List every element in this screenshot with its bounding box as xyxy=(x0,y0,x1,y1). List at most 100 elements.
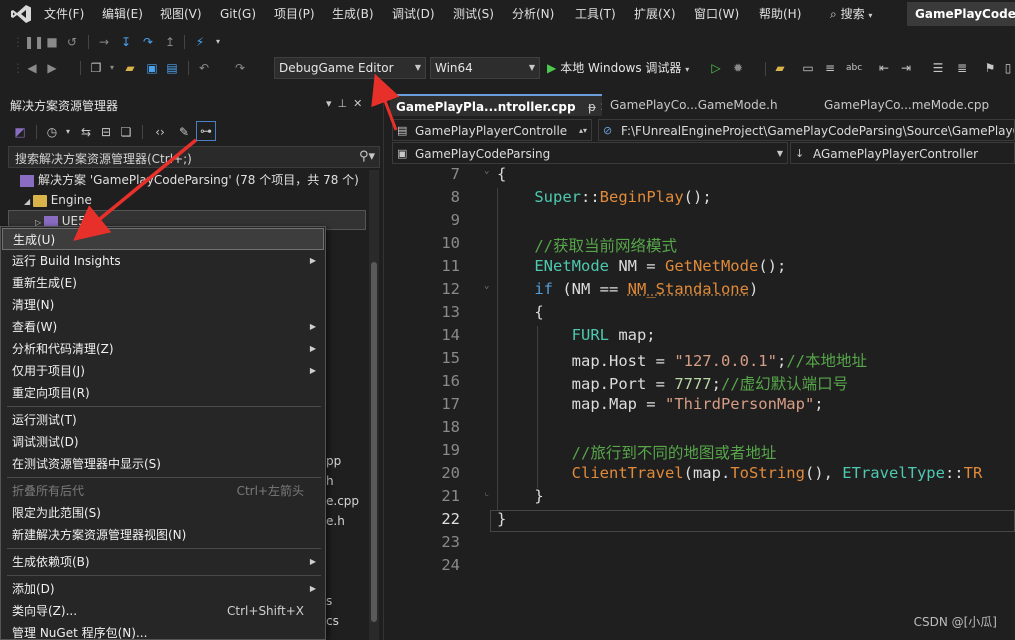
partial-file-label[interactable]: h xyxy=(326,474,334,488)
switch-views-icon[interactable]: ◩ xyxy=(12,124,28,140)
show-next-statement-icon[interactable]: → xyxy=(96,34,112,50)
fold-chevron-icon[interactable]: ⌄ xyxy=(484,166,489,176)
menu-file[interactable]: 文件(F) xyxy=(44,5,84,23)
pending-changes-icon[interactable]: ◷ xyxy=(44,124,60,140)
menu-edit[interactable]: 编辑(E) xyxy=(102,5,143,23)
code-line-21: } xyxy=(534,487,544,505)
context-menu-item[interactable]: 重定向项目(R) xyxy=(2,382,324,404)
preview-selected-icon[interactable]: ⊶ xyxy=(196,121,216,141)
context-menu-item[interactable]: 仅用于项目(J) ▶ xyxy=(2,360,324,382)
solution-configuration-select[interactable]: DebugGame Editor ▼ xyxy=(274,57,426,79)
step-over-icon[interactable]: ↷ xyxy=(140,34,156,50)
menu-project[interactable]: 项目(P) xyxy=(274,5,315,23)
context-menu-item[interactable]: 类向导(Z)... Ctrl+Shift+X xyxy=(2,600,324,622)
menu-help[interactable]: 帮助(H) xyxy=(759,5,801,23)
context-menu-item[interactable]: 调试测试(D) xyxy=(2,431,324,453)
solution-explorer-search[interactable]: 搜索解决方案资源管理器(Ctrl+;) ⚲▾ xyxy=(8,146,380,168)
partial-file-label[interactable]: e.h xyxy=(326,514,345,528)
save-icon[interactable]: ▣ xyxy=(144,60,160,76)
menu-analyze[interactable]: 分析(N) xyxy=(512,5,554,23)
menu-item-label: 运行测试(T) xyxy=(12,413,77,427)
step-into-icon[interactable]: ↧ xyxy=(118,34,134,50)
menu-window[interactable]: 窗口(W) xyxy=(694,5,739,23)
context-menu-item[interactable]: 在测试资源管理器中显示(S) xyxy=(2,453,324,475)
hot-reload-icon[interactable]: ⚡ xyxy=(192,34,208,50)
project-nav-select[interactable]: ▤ GamePlayPlayerControlle ▴▾ xyxy=(392,119,592,141)
indent-icon[interactable]: ⇥ xyxy=(898,60,914,76)
scope-nav-select[interactable]: ▣ GamePlayCodeParsing ▼ xyxy=(392,142,788,164)
menu-test[interactable]: 测试(S) xyxy=(453,5,494,23)
global-search[interactable]: ⌕ 搜索 ▾ xyxy=(830,5,872,23)
format-icon[interactable]: ☰ xyxy=(930,60,946,76)
solution-explorer-scrollbar[interactable] xyxy=(369,170,379,640)
chevron-down-icon[interactable]: ▾ xyxy=(60,124,76,140)
context-menu-item[interactable]: 重新生成(E) xyxy=(2,272,324,294)
menu-build[interactable]: 生成(B) xyxy=(332,5,374,23)
stop-icon[interactable]: ■ xyxy=(44,34,60,50)
tree-engine-folder[interactable]: ◢ Engine xyxy=(24,190,92,210)
open-folder-icon[interactable]: ▰ xyxy=(122,60,138,76)
layout-icon[interactable]: ▭ xyxy=(800,60,816,76)
start-debugging-button[interactable]: ▶ 本地 Windows 调试器 ▾ xyxy=(547,58,689,78)
context-menu-item[interactable]: 生成依赖项(B) ▶ xyxy=(2,551,324,573)
tree-solution-row[interactable]: 解决方案 'GamePlayCodeParsing' (78 个项目，共 78 … xyxy=(20,170,359,190)
context-menu-item[interactable]: 分析和代码清理(Z) ▶ xyxy=(2,338,324,360)
partial-file-label[interactable]: e.cpp xyxy=(326,494,359,508)
context-menu-item[interactable]: 生成(U) xyxy=(2,228,324,250)
partial-file-label[interactable]: s xyxy=(326,594,332,608)
fold-chevron-icon[interactable]: ⌄ xyxy=(484,281,489,291)
sync-icon[interactable]: ⇆ xyxy=(78,124,94,140)
find-in-files-icon[interactable]: ▰ xyxy=(772,60,788,76)
hot-reload-flame-icon[interactable]: ✹ xyxy=(730,60,746,76)
pause-icon[interactable]: ❚❚ xyxy=(24,34,44,50)
solution-platform-select[interactable]: Win64 ▼ xyxy=(430,57,540,79)
close-icon[interactable]: ✕ xyxy=(353,97,368,110)
collapse-all-icon[interactable]: ⊟ xyxy=(98,124,114,140)
context-menu-item[interactable]: 清理(N) xyxy=(2,294,324,316)
properties-wrench-icon[interactable]: ✎ xyxy=(176,124,192,140)
tab-gamemode-cpp[interactable]: GamePlayCo...meMode.cpp xyxy=(818,94,1015,116)
start-without-debugging-icon[interactable]: ▷ xyxy=(708,60,724,76)
tab-gamemode-h[interactable]: GamePlayCo...GameMode.h xyxy=(604,94,810,116)
context-menu-item[interactable]: 添加(D) ▶ xyxy=(2,578,324,600)
redo-icon[interactable]: ↷ xyxy=(232,60,248,76)
spell-check-icon[interactable]: abc xyxy=(846,60,862,76)
save-all-icon[interactable]: ▤ xyxy=(164,60,180,76)
file-path-nav[interactable]: ⊘ F:\FUnrealEngineProject\GamePlayCodePar… xyxy=(598,119,1015,141)
partial-file-label[interactable]: cs xyxy=(326,614,339,628)
partial-file-label[interactable]: pp xyxy=(326,454,341,468)
navigate-back-icon[interactable]: ◀ xyxy=(24,60,40,76)
context-menu-item[interactable]: 运行测试(T) xyxy=(2,409,324,431)
show-all-files-icon[interactable]: ❏ xyxy=(118,124,134,140)
undo-icon[interactable]: ↶ xyxy=(196,60,212,76)
menu-tools[interactable]: 工具(T) xyxy=(575,5,616,23)
context-menu-item[interactable]: 查看(W) ▶ xyxy=(2,316,324,338)
context-menu-item[interactable]: 运行 Build Insights ▶ xyxy=(2,250,324,272)
next-bookmark-icon[interactable]: ▯ xyxy=(1000,60,1015,76)
code-area[interactable]: ⌄ ⌄ ⌞ 7 8 9 10 11 12 13 14 15 16 17 18 19 20 21 22 23 24 … xyxy=(390,164,1015,640)
navigate-forward-icon[interactable]: ▶ xyxy=(44,60,60,76)
uncomment-icon[interactable]: ≣ xyxy=(954,60,970,76)
menu-view[interactable]: 视图(V) xyxy=(160,5,202,23)
menu-extensions[interactable]: 扩展(X) xyxy=(634,5,676,23)
chevron-down-icon[interactable]: ▾ xyxy=(104,60,120,76)
menu-debug[interactable]: 调试(D) xyxy=(392,5,435,23)
bookmark-icon[interactable]: ⚑ xyxy=(982,60,998,76)
restart-icon[interactable]: ↺ xyxy=(64,34,80,50)
comment-icon[interactable]: ≡ xyxy=(822,60,838,76)
tab-player-controller-cpp[interactable]: GamePlayPla...ntroller.cpp ᵽ ✕ xyxy=(390,94,602,116)
context-menu-item[interactable]: 新建解决方案资源管理器视图(N) xyxy=(2,524,324,546)
context-menu-item[interactable]: 限定为此范围(S) xyxy=(2,502,324,524)
new-project-icon[interactable]: ❐ xyxy=(88,60,104,76)
pin-icon[interactable]: ⊥ xyxy=(338,97,354,110)
close-icon[interactable]: ᵽ ✕ xyxy=(588,96,602,116)
member-nav-select[interactable]: ↓ AGamePlayPlayerController xyxy=(790,142,1015,164)
outdent-icon[interactable]: ⇤ xyxy=(876,60,892,76)
scrollbar-thumb[interactable] xyxy=(371,262,377,622)
menu-git[interactable]: Git(G) xyxy=(220,5,256,23)
context-menu-item[interactable]: 管理 NuGet 程序包(N)... xyxy=(2,622,324,640)
chevron-down-icon[interactable]: ▾ xyxy=(210,34,226,50)
step-out-icon[interactable]: ↥ xyxy=(162,34,178,50)
code-view-icon[interactable]: ‹› xyxy=(152,124,168,140)
chevron-down-icon[interactable]: ▾ xyxy=(326,97,338,110)
